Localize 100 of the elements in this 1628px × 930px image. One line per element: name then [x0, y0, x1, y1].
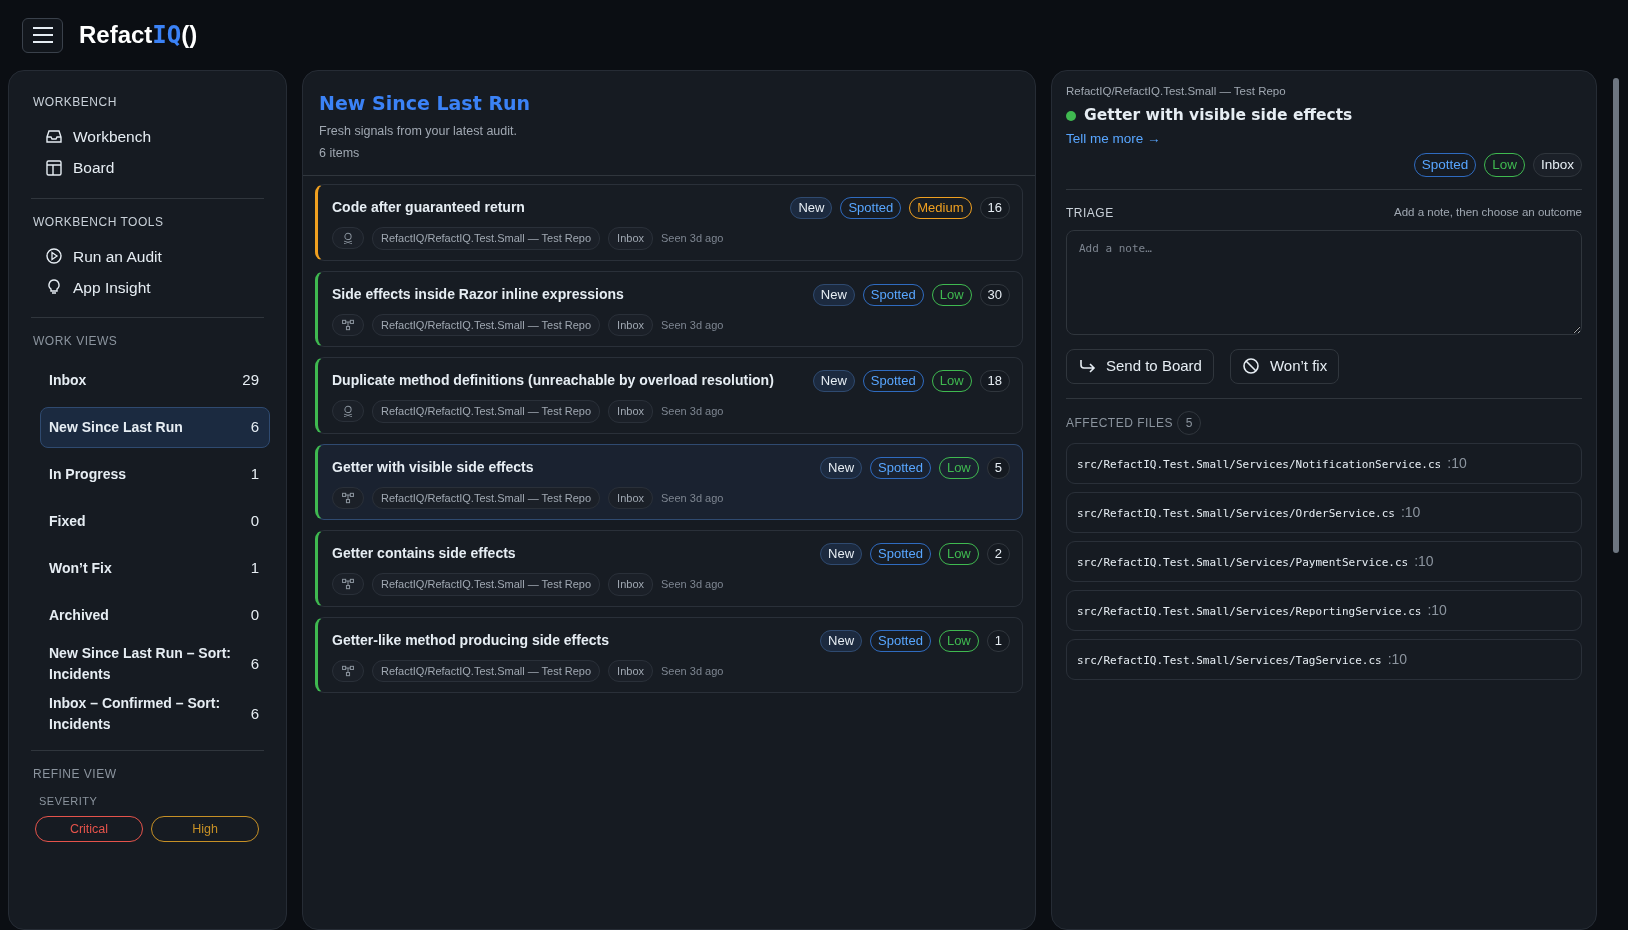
incident-count: 18	[979, 370, 1010, 392]
file-path: src/RefactIQ.Test.Small/Services/PaymentService.cs	[1077, 554, 1409, 571]
issue-title: Duplicate method definitions (unreachable by overload resolution)	[332, 371, 774, 390]
note-field[interactable]: Add a note…	[1066, 230, 1582, 335]
hierarchy-icon	[341, 663, 355, 678]
file-path: src/RefactIQ.Test.Small/Services/OrderService.cs	[1077, 505, 1395, 522]
file-row[interactable]: src/RefactIQ.Test.Small/Services/ReportingService.cs :10	[1066, 589, 1582, 631]
view-label: In Progress	[49, 465, 127, 484]
issue-card[interactable]: Code after guaranteed return New Spotted Medium 16 RefactIQ/RefactIQ.Test.Small — Test Repo Inbox Seen 3d ago	[315, 184, 1023, 261]
stage-tag: Inbox	[1532, 152, 1582, 177]
view-label: Won’t Fix	[49, 559, 112, 578]
lightbulb-icon	[45, 278, 63, 297]
view-label: Inbox – Confirmed – Sort: Incidents	[49, 694, 222, 734]
view-label: Fixed	[49, 512, 86, 531]
issue-title: Getter-like method producing side effects	[332, 630, 609, 650]
section-heading: WORK VIEWS	[32, 333, 119, 350]
board-icon	[45, 158, 63, 177]
file-row[interactable]: src/RefactIQ.Test.Small/Services/PaymentService.cs :10	[1066, 540, 1582, 582]
issue-title: Side effects inside Razor inline expressions	[332, 284, 624, 304]
inbox-icon	[45, 127, 63, 146]
nav-link[interactable]: App Insight	[19, 271, 276, 303]
issue-title: Getter contains side effects	[332, 544, 516, 563]
issue-card[interactable]: Side effects inside Razor inline expressions New Spotted Low 30 RefactIQ/RefactIQ.Test.Small — Test Repo Inbox Seen 3d ago	[315, 270, 1023, 347]
play-circle-icon	[45, 247, 63, 266]
app-logo: RefactIQ()	[79, 20, 198, 51]
seen-time: Seen 3d ago	[661, 490, 724, 506]
repo-tag: RefactIQ/RefactIQ.Test.Small — Test Repo	[372, 573, 601, 596]
view-item[interactable]: Fixed 0	[40, 501, 270, 542]
no-entry-icon	[1241, 357, 1260, 376]
section-heading: TRIAGE	[1066, 205, 1114, 222]
view-count: 0	[250, 605, 259, 626]
hierarchy-icon	[341, 577, 355, 592]
issue-card[interactable]: Duplicate method definitions (unreachable by overload resolution) New Spotted Low 18 RefactIQ/RefactIQ.Test.Small — Test Repo Inbox Seen 3d ago	[315, 357, 1023, 434]
repo-tag: RefactIQ/RefactIQ.Test.Small — Test Repo	[372, 486, 601, 509]
hierarchy-icon	[341, 317, 355, 332]
file-path: src/RefactIQ.Test.Small/Services/TagService.cs	[1077, 652, 1382, 669]
nav-link[interactable]: Board	[19, 152, 276, 184]
stage-tag: Inbox	[608, 400, 654, 423]
line-number: :10	[1387, 649, 1408, 669]
stage-tag: Inbox	[608, 227, 654, 250]
list-subtitle: Fresh signals from your latest audit.	[319, 122, 518, 140]
line-number: :10	[1414, 551, 1434, 571]
new-badge: New	[812, 283, 855, 306]
section-heading: WORKBENCH	[32, 94, 118, 111]
section-heading: AFFECTED FILES	[1066, 414, 1173, 432]
incident-count: 2	[986, 543, 1010, 565]
skull-icon	[341, 404, 355, 419]
hierarchy-icon	[341, 490, 355, 505]
view-count: 1	[250, 558, 259, 579]
seen-time: Seen 3d ago	[661, 577, 724, 592]
view-item[interactable]: New Since Last Run – Sort: Incidents 6	[40, 642, 270, 686]
issue-card[interactable]: Getter with visible side effects New Spotted Low 5 RefactIQ/RefactIQ.Test.Small — Test Repo Inbox Seen 3d ago	[315, 443, 1023, 520]
line-number: :10	[1400, 502, 1421, 522]
section-heading: WORKBENCH TOOLS	[32, 213, 165, 231]
new-badge: New	[790, 197, 833, 219]
incident-count: 16	[979, 197, 1010, 219]
incident-count: 1	[986, 629, 1010, 652]
repo-name: RefactIQ/RefactIQ.Test.Small — Test Repo	[1066, 84, 1287, 99]
incident-count: 30	[979, 283, 1010, 306]
view-item[interactable]: New Since Last Run 6	[40, 407, 270, 448]
menu-button[interactable]	[22, 17, 63, 53]
view-label: New Since Last Run	[49, 418, 183, 437]
new-badge: New	[820, 456, 863, 479]
repo-tag: RefactIQ/RefactIQ.Test.Small — Test Repo	[372, 659, 601, 682]
line-number: :10	[1447, 453, 1467, 473]
list-title: New Since Last Run	[319, 91, 532, 116]
issue-title: Getter with visible side effects	[332, 457, 534, 477]
view-item[interactable]: Archived 0	[40, 595, 270, 636]
stage-tag: Inbox	[608, 486, 654, 509]
issue-heading: Getter with visible side effects	[1084, 105, 1353, 127]
view-item[interactable]: Inbox – Confirmed – Sort: Incidents 6	[40, 692, 270, 736]
seen-time: Seen 3d ago	[661, 663, 724, 679]
tell-more-link[interactable]: Tell me more →	[1066, 130, 1161, 146]
issue-card[interactable]: Getter-like method producing side effects New Spotted Low 1 RefactIQ/RefactIQ.Test.Small — Test Repo Inbox Seen 3d ago	[315, 616, 1023, 693]
repo-tag: RefactIQ/RefactIQ.Test.Small — Test Repo	[372, 313, 601, 336]
view-item[interactable]: In Progress 1	[40, 454, 270, 495]
stage-tag: Inbox	[608, 573, 654, 596]
view-count: 6	[250, 703, 259, 724]
menu-icon	[31, 27, 54, 43]
scrollbar-thumb[interactable]	[1613, 78, 1619, 553]
seen-time: Seen 3d ago	[661, 317, 724, 333]
view-item[interactable]: Inbox 29	[40, 360, 270, 401]
file-row[interactable]: src/RefactIQ.Test.Small/Services/OrderService.cs :10	[1066, 491, 1582, 533]
file-row[interactable]: src/RefactIQ.Test.Small/Services/NotificationService.cs :10	[1066, 442, 1582, 484]
new-badge: New	[812, 370, 855, 392]
nav-link[interactable]: Workbench	[19, 121, 276, 153]
line-number: :10	[1427, 600, 1447, 620]
nav-link[interactable]: Run an Audit	[19, 240, 276, 272]
issue-card[interactable]: Getter contains side effects New Spotted Low 2 RefactIQ/RefactIQ.Test.Small — Test Repo Inbox Seen 3d ago	[315, 530, 1023, 607]
action-button[interactable]: Won’t fix	[1229, 349, 1340, 384]
stage-tag: Inbox	[608, 659, 654, 682]
file-row[interactable]: src/RefactIQ.Test.Small/Services/TagService.cs :10	[1066, 638, 1582, 680]
view-count: 6	[250, 653, 259, 674]
incident-count: 5	[986, 456, 1010, 479]
skull-icon	[341, 231, 355, 246]
triage-hint: Add a note, then choose an outcome	[1394, 205, 1582, 220]
file-path: src/RefactIQ.Test.Small/Services/ReportingService.cs	[1077, 603, 1422, 620]
view-count: 6	[250, 417, 259, 438]
action-button[interactable]: Send to Board	[1066, 349, 1214, 384]
view-item[interactable]: Won’t Fix 1	[40, 548, 270, 589]
